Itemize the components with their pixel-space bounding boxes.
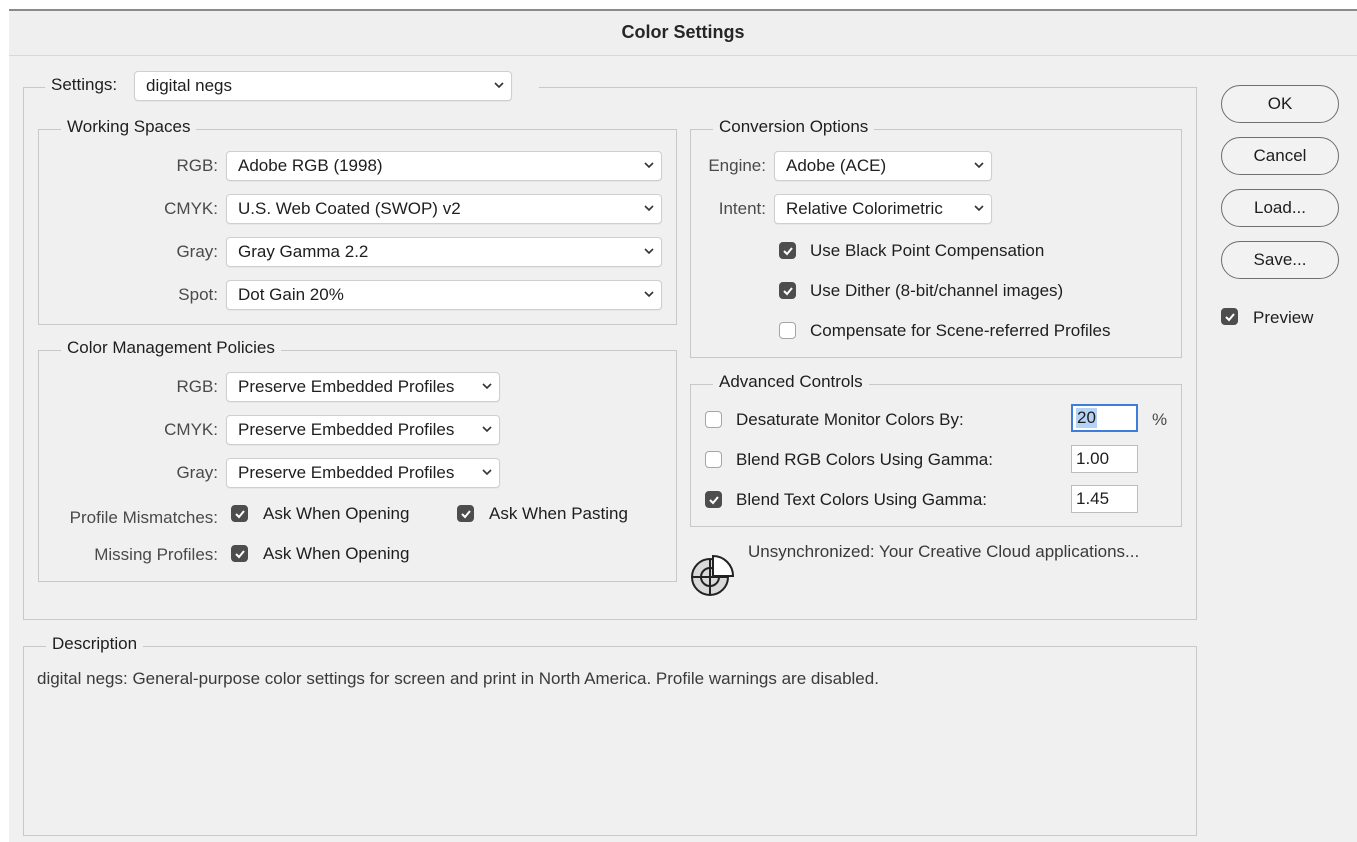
checkmark-icon (709, 496, 719, 505)
black-point-checkbox[interactable] (779, 242, 796, 259)
ws-rgb-select[interactable]: Adobe RGB (1998) (226, 151, 662, 181)
ws-gray-select[interactable]: Gray Gamma 2.2 (226, 237, 662, 267)
ws-gray-value: Gray Gamma 2.2 (238, 242, 369, 261)
ask-when-pasting-checkbox[interactable] (457, 505, 474, 522)
checkmark-icon (235, 550, 245, 559)
policies-title: Color Management Policies (61, 338, 281, 358)
intent-label: Intent: (718, 199, 766, 218)
settings-select[interactable]: digital negs (134, 71, 512, 101)
description-title: Description (46, 634, 144, 654)
sync-status-text: Unsynchronized: Your Creative Cloud appl… (748, 542, 1140, 561)
cancel-button[interactable]: Cancel (1221, 137, 1339, 175)
blend-text-checkbox[interactable] (705, 491, 722, 508)
missing-ask-when-opening-label: Ask When Opening (263, 544, 410, 563)
blend-rgb-value: 1.00 (1076, 449, 1110, 468)
ask-when-opening-label: Ask When Opening (263, 504, 410, 523)
settings-label: Settings: (51, 75, 118, 94)
ask-when-opening-checkbox[interactable] (231, 505, 248, 522)
chevron-down-icon (974, 162, 984, 169)
chevron-down-icon (644, 248, 654, 255)
ws-spot-value: Dot Gain 20% (238, 285, 344, 304)
cmp-rgb-select[interactable]: Preserve Embedded Profiles (226, 372, 500, 402)
desaturate-unit: % (1152, 410, 1168, 429)
ws-spot-label: Spot: (178, 285, 218, 304)
desaturate-input[interactable]: 20 (1071, 404, 1138, 432)
cmp-cmyk-label: CMYK: (164, 420, 218, 439)
settings-value: digital negs (146, 76, 233, 95)
engine-select[interactable]: Adobe (ACE) (774, 151, 992, 181)
dither-checkbox[interactable] (779, 282, 796, 299)
cmp-cmyk-select[interactable]: Preserve Embedded Profiles (226, 415, 500, 445)
desaturate-label: Desaturate Monitor Colors By: (736, 410, 964, 429)
checkmark-icon (783, 247, 793, 256)
ws-cmyk-select[interactable]: U.S. Web Coated (SWOP) v2 (226, 194, 662, 224)
intent-select[interactable]: Relative Colorimetric (774, 194, 992, 224)
chevron-down-icon (482, 383, 492, 390)
chevron-down-icon (644, 162, 654, 169)
blend-rgb-checkbox[interactable] (705, 451, 722, 468)
intent-value: Relative Colorimetric (786, 199, 943, 218)
description-text: digital negs: General-purpose color sett… (37, 669, 879, 688)
cmp-gray-label: Gray: (176, 463, 218, 482)
ws-cmyk-value: U.S. Web Coated (SWOP) v2 (238, 199, 461, 218)
blend-text-label: Blend Text Colors Using Gamma: (736, 490, 988, 509)
load-button[interactable]: Load... (1221, 189, 1339, 227)
missing-ask-when-opening-checkbox[interactable] (231, 545, 248, 562)
desaturate-value: 20 (1076, 408, 1097, 428)
working-spaces-title: Working Spaces (61, 117, 197, 137)
chevron-down-icon (482, 426, 492, 433)
color-sync-icon (691, 554, 735, 596)
missing-profiles-label: Missing Profiles: (94, 545, 218, 564)
ws-rgb-label: RGB: (176, 156, 218, 175)
blend-text-input[interactable]: 1.45 (1071, 485, 1138, 513)
blend-rgb-label: Blend RGB Colors Using Gamma: (736, 450, 993, 469)
save-button[interactable]: Save... (1221, 241, 1339, 279)
chevron-down-icon (494, 82, 504, 89)
engine-label: Engine: (708, 156, 766, 175)
ask-when-pasting-label: Ask When Pasting (489, 504, 628, 523)
checkmark-icon (461, 510, 471, 519)
blend-text-value: 1.45 (1076, 489, 1110, 508)
cmp-gray-value: Preserve Embedded Profiles (238, 463, 455, 482)
cmp-rgb-label: RGB: (176, 377, 218, 396)
cmp-rgb-value: Preserve Embedded Profiles (238, 377, 455, 396)
chevron-down-icon (644, 205, 654, 212)
window-title: Color Settings (621, 22, 745, 42)
desaturate-checkbox[interactable] (705, 411, 722, 428)
chevron-down-icon (644, 291, 654, 298)
ws-spot-select[interactable]: Dot Gain 20% (226, 280, 662, 310)
preview-checkbox[interactable] (1221, 308, 1238, 325)
ok-button[interactable]: OK (1221, 85, 1339, 123)
ws-cmyk-label: CMYK: (164, 199, 218, 218)
settings-legend: Settings: digital negs (45, 71, 539, 105)
dither-label: Use Dither (8-bit/channel images) (810, 281, 1064, 300)
scene-referred-label: Compensate for Scene-referred Profiles (810, 321, 1111, 340)
black-point-label: Use Black Point Compensation (810, 241, 1045, 260)
ws-gray-label: Gray: (176, 242, 218, 261)
engine-value: Adobe (ACE) (786, 156, 887, 175)
color-settings-dialog: Color Settings Settings: digital negs Wo… (9, 9, 1357, 842)
profile-mismatches-label: Profile Mismatches: (69, 508, 218, 527)
ws-rgb-value: Adobe RGB (1998) (238, 156, 383, 175)
cmp-gray-select[interactable]: Preserve Embedded Profiles (226, 458, 500, 488)
conversion-title: Conversion Options (713, 117, 875, 137)
chevron-down-icon (482, 469, 492, 476)
checkmark-icon (1225, 313, 1235, 322)
advanced-title: Advanced Controls (713, 372, 869, 392)
checkmark-icon (235, 510, 245, 519)
blend-rgb-input[interactable]: 1.00 (1071, 445, 1138, 473)
scene-referred-checkbox[interactable] (779, 322, 796, 339)
cmp-cmyk-value: Preserve Embedded Profiles (238, 420, 455, 439)
chevron-down-icon (974, 205, 984, 212)
preview-label: Preview (1253, 308, 1314, 327)
checkmark-icon (783, 287, 793, 296)
title-bar: Color Settings (9, 11, 1357, 56)
